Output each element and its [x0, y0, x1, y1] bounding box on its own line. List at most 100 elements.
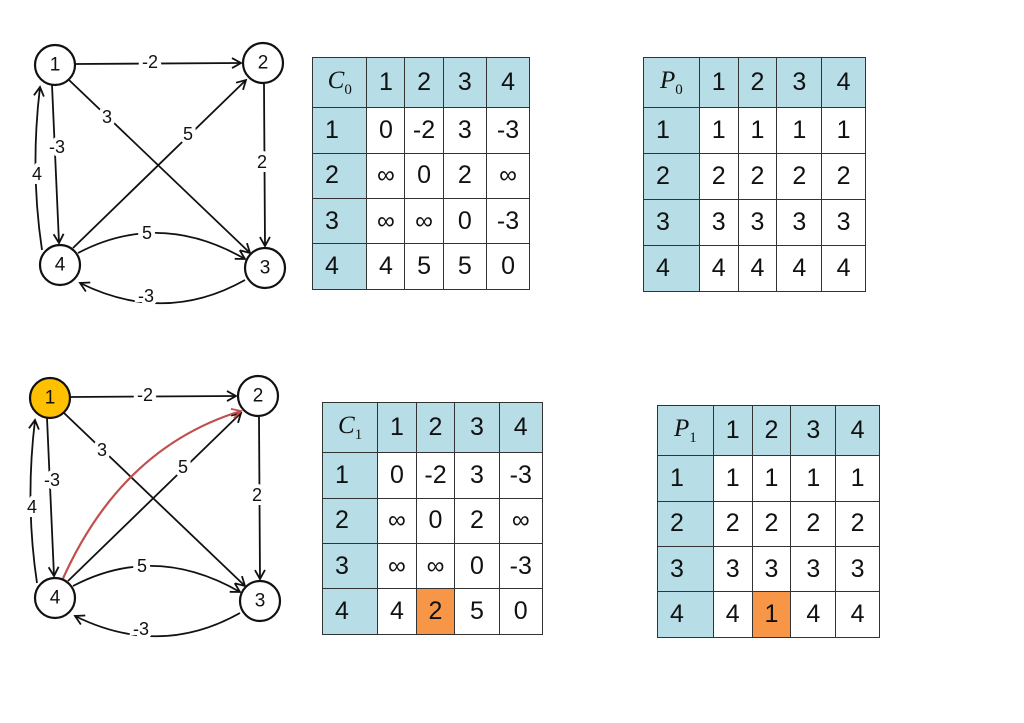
- column-header: 2: [737, 56, 778, 109]
- table-cell: ∞: [377, 542, 417, 590]
- table-cell: 4: [821, 245, 866, 292]
- table-row: 11111: [643, 107, 866, 155]
- svg-text:3: 3: [260, 258, 271, 279]
- table-cell: 2: [737, 153, 778, 201]
- edge-weight-4-3: 5: [142, 223, 152, 243]
- edge-weight-1-2: -2: [142, 52, 158, 72]
- table-row: 22222: [643, 153, 866, 201]
- table-cell: ∞: [415, 542, 456, 590]
- row-header: 3: [657, 545, 714, 593]
- edge-weight-2-3: 2: [257, 152, 267, 172]
- table-p1: P1 1 2 3 4 1 1 1 1 1 2 2 2 2 2 3 3 3 3 3 4 4 1 4 4: [657, 404, 880, 638]
- table-cell: 0: [486, 243, 530, 290]
- table-cell: 4: [712, 591, 753, 638]
- edge-3-4: [73, 612, 241, 638]
- table-cell: 2: [442, 152, 488, 200]
- table-cell: 4: [377, 588, 417, 635]
- column-header: 2: [415, 401, 456, 454]
- table-cell: 3: [698, 199, 739, 247]
- row-header: 3: [643, 199, 700, 247]
- table-cell: 0: [442, 197, 488, 245]
- row-header: 2: [321, 497, 379, 545]
- column-header: 4: [835, 404, 880, 457]
- edge-weight-1-3: 3: [102, 107, 112, 127]
- node-4: 4: [38, 243, 82, 287]
- table-cell: 1: [790, 455, 837, 502]
- svg-text:2: 2: [253, 386, 264, 407]
- table-cell: -3: [486, 197, 530, 245]
- table-cell: 2: [790, 500, 837, 548]
- edge-1-4: [46, 417, 60, 578]
- table-cell: 3: [737, 199, 778, 247]
- table-cell: ∞: [366, 152, 406, 200]
- edge-weight-4-2: 5: [178, 457, 188, 477]
- table-cell: 0: [454, 542, 500, 590]
- column-header: 4: [498, 401, 543, 454]
- table-row: 11111: [657, 455, 880, 502]
- table-row: 2 ∞ 0 2 ∞: [311, 152, 530, 200]
- table-row: 44250: [321, 588, 543, 635]
- table-cell: ∞: [486, 152, 530, 200]
- table-row: 33333: [643, 199, 866, 247]
- table-corner-label: C0: [311, 56, 368, 109]
- table-cell: 3: [712, 545, 753, 593]
- table-cell: 1: [737, 107, 778, 155]
- table-cell: 3: [790, 545, 837, 593]
- table-cell: 2: [776, 153, 823, 201]
- table-cell: 1: [776, 107, 823, 155]
- edge-weight-1-4: -3: [44, 470, 60, 490]
- column-header: 1: [366, 56, 406, 109]
- edge-4-2: [72, 78, 248, 249]
- table-cell: -3: [498, 542, 543, 590]
- table-cell: 0: [498, 588, 543, 635]
- edge-weight-1-4: -3: [49, 137, 65, 157]
- table-row: 44144: [657, 591, 880, 638]
- table-cell: 2: [821, 153, 866, 201]
- edge-weight-4-3: 5: [137, 556, 147, 576]
- node-1: 1: [28, 376, 72, 420]
- table-corner-label: P1: [657, 404, 714, 457]
- table-cell: 5: [454, 588, 500, 635]
- table-row: 44550: [311, 243, 530, 290]
- svg-text:4: 4: [50, 588, 61, 609]
- table-c1: C1 1 2 3 4 1 0 -2 3 -3 2 ∞ 0 2 ∞ 3 ∞ ∞ 0 -3 4 4 2 5 0: [321, 401, 543, 635]
- column-header: 3: [790, 404, 837, 457]
- row-header: 2: [657, 500, 714, 548]
- edge-weight-1-2: -2: [137, 385, 153, 405]
- table-cell: -2: [404, 107, 444, 154]
- table-cell: 5: [442, 243, 488, 290]
- table-cell: 3: [454, 452, 500, 499]
- table-cell: 1: [835, 455, 880, 502]
- table-cell: 2: [415, 588, 456, 635]
- table-corner-label: C1: [321, 401, 379, 454]
- table-cell: 3: [835, 545, 880, 593]
- edge-weight-4-2: 5: [183, 124, 193, 144]
- table-cell: ∞: [404, 197, 444, 245]
- graph-1: -2 3 -3 2 4 5 5 -3 1 2 3 4: [23, 374, 282, 643]
- node-3: 3: [238, 579, 282, 623]
- table-cell: 1: [712, 455, 753, 502]
- row-header: 4: [657, 591, 714, 638]
- row-header: 2: [311, 152, 368, 200]
- row-header: 2: [643, 153, 700, 201]
- row-header: 1: [643, 107, 700, 155]
- table-cell: 2: [454, 497, 500, 545]
- row-header: 3: [311, 197, 368, 245]
- svg-text:1: 1: [45, 388, 56, 409]
- table-cell: 3: [751, 545, 792, 593]
- node-2: 2: [236, 374, 280, 418]
- column-header: 3: [776, 56, 823, 109]
- table-cell: 2: [698, 153, 739, 201]
- svg-text:1: 1: [50, 55, 61, 76]
- edge-weight-3-4: -3: [138, 286, 154, 306]
- column-header: 1: [712, 404, 753, 457]
- table-cell: 4: [698, 245, 739, 292]
- table-row: 1 0 -2 3 -3: [311, 107, 530, 154]
- table-cell: 4: [790, 591, 837, 638]
- table-cell: 3: [821, 199, 866, 247]
- table-cell: 1: [821, 107, 866, 155]
- edge-3-4: [78, 279, 246, 305]
- node-3: 3: [243, 246, 287, 290]
- table-cell: 2: [712, 500, 753, 548]
- table-row: 1 0 -2 3 -3: [321, 452, 543, 499]
